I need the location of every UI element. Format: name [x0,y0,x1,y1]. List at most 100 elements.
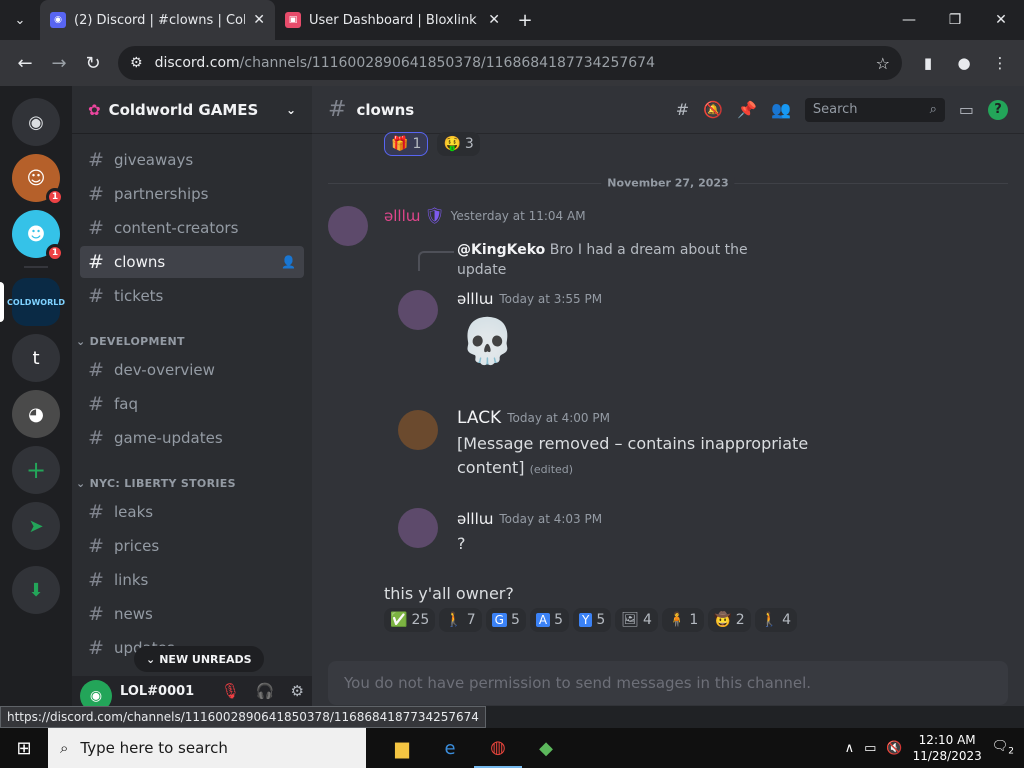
discord-home-icon[interactable]: ◉ [12,98,60,146]
forward-arrow-icon[interactable]: → [42,46,76,80]
author-name[interactable]: ǝlllɯ [457,510,493,528]
notification-bell-muted-icon[interactable]: 🔕 [703,100,723,119]
url-field[interactable]: ⚙ discord.com /channels/1116002890641850… [118,46,902,80]
network-icon[interactable]: ▭ [864,741,876,756]
channel-faq[interactable]: # faq [80,388,304,420]
reaction[interactable]: G5 [485,608,526,632]
reload-icon[interactable]: ↻ [76,46,110,80]
timestamp: Yesterday at 11:04 AM [450,208,586,223]
server-icon[interactable]: ◕ [12,390,60,438]
reaction[interactable]: 🖼 4 [615,608,658,632]
avatar[interactable] [398,410,438,450]
message-text: [Message removed – contains inappropriat… [457,434,809,477]
explore-compass-icon[interactable]: ➤ [12,502,60,550]
channel-tickets[interactable]: # tickets [80,280,304,312]
coldworld-server-icon[interactable]: COLDWORLD [7,278,65,326]
channel-game-updates[interactable]: # game-updates [80,422,304,454]
reaction[interactable]: A5 [529,608,569,632]
bookmark-star-icon[interactable]: ☆ [876,54,890,73]
invite-icon[interactable]: 👤 [281,255,296,269]
timestamp: Today at 3:55 PM [499,292,603,306]
site-settings-icon[interactable]: ⚙ [130,55,143,71]
new-tab-button[interactable]: + [510,10,540,31]
volume-muted-icon[interactable]: 🔇 [886,741,902,756]
server-icon[interactable]: ☻ 1 [12,210,64,262]
reaction[interactable]: 🤠 2 [708,608,751,632]
hash-icon: # [88,603,104,625]
author-name[interactable]: ǝlllɯ [384,207,420,225]
channel-leaks[interactable]: # leaks [80,496,304,528]
mute-mic-icon[interactable]: 🎙 [221,682,240,700]
reaction[interactable]: 🎁 1 [384,132,429,156]
app-cube-icon[interactable]: ◆ [522,728,570,768]
download-apps-icon[interactable]: ⬇ [12,566,60,614]
channel-content-creators[interactable]: # content-creators [80,212,304,244]
author-name[interactable]: LACK [457,408,501,428]
category-development[interactable]: ⌄ DEVELOPMENT [76,335,185,348]
tab-search-icon[interactable]: ⌄ [0,0,40,40]
author-name[interactable]: ǝlllɯ [457,290,493,308]
username: LOL#0001 [120,683,195,699]
browser-tab-bloxlink[interactable]: ▣ User Dashboard | Bloxlink ✕ [275,0,510,40]
close-tab-icon[interactable]: ✕ [488,12,500,28]
back-arrow-icon[interactable]: ← [8,46,42,80]
new-unreads-button[interactable]: ⌄ NEW UNREADS [134,646,264,672]
file-explorer-icon[interactable]: ▆ [378,728,426,768]
hash-icon: # [328,97,347,122]
system-tray: ∧ ▭ 🔇 12:10 AM 11/28/2023 🗨2 [845,732,1024,764]
reaction[interactable]: 🤑 3 [437,132,480,156]
channel-giveaways[interactable]: # giveaways [80,144,304,176]
notification-center-icon[interactable]: 🗨2 [992,739,1014,757]
minimize-icon[interactable]: — [886,0,932,40]
restore-icon[interactable]: ❐ [932,0,978,40]
channel-news[interactable]: # news [80,598,304,630]
add-server-icon[interactable]: + [12,446,60,494]
pin-icon[interactable]: 📌 [737,100,757,119]
menu-kebab-icon[interactable]: ⋮ [984,46,1016,80]
server-boost-icon: ✿ [88,100,101,119]
browser-tab-discord[interactable]: ◉ (2) Discord | #clowns | Coldworld ✕ [40,0,275,40]
message-text: ? [457,534,466,553]
reaction-row: 🎁 1 🤑 3 [384,132,484,156]
inbox-icon[interactable]: ▭ [959,100,974,119]
side-panel-icon[interactable]: ▮ [912,46,944,80]
close-window-icon[interactable]: ✕ [978,0,1024,40]
channel-dev-overview[interactable]: # dev-overview [80,354,304,386]
taskbar-search-input[interactable]: ⌕ Type here to search [48,728,366,768]
server-list: ◉ ☺ 1 ☻ 1 COLDWORLD t ◕ + ➤ ⬇ [0,86,72,706]
guild-header[interactable]: ✿ Coldworld GAMES ⌄ [72,86,312,134]
avatar[interactable] [328,206,368,246]
profile-icon[interactable]: ● [948,46,980,80]
chevron-up-icon[interactable]: ∧ [845,741,855,756]
reply-preview[interactable]: @KingKeko Bro I had a dream about the up… [457,240,777,280]
clock[interactable]: 12:10 AM 11/28/2023 [913,732,982,764]
windows-start-icon[interactable]: ⊞ [0,728,48,768]
category-nyc-liberty-stories[interactable]: ⌄ NYC: LIBERTY STORIES [76,477,236,490]
reaction[interactable]: 🧍 1 [661,608,705,632]
reaction[interactable]: Y5 [573,608,612,632]
channel-partnerships[interactable]: # partnerships [80,178,304,210]
threads-icon[interactable]: # [676,100,689,119]
server-icon[interactable]: ☺ 1 [12,154,64,206]
avatar[interactable] [398,290,438,330]
headphones-icon[interactable]: 🎧 [256,682,275,700]
search-input[interactable]: Search ⌕ [804,97,945,122]
hash-icon: # [88,285,104,307]
message-text: this y'all owner? [384,584,514,603]
channel-links[interactable]: # links [80,564,304,596]
channel-title: clowns [356,100,415,119]
channel-prices[interactable]: # prices [80,530,304,562]
help-icon[interactable]: ? [988,99,1008,120]
reaction[interactable]: ✅ 25 [384,608,436,632]
member-list-icon[interactable]: 👥 [771,100,791,119]
close-tab-icon[interactable]: ✕ [253,12,265,28]
avatar[interactable] [398,508,438,548]
settings-gear-icon[interactable]: ⚙ [291,682,304,700]
channel-clowns[interactable]: # clowns 👤 [80,246,304,278]
url-path: /channels/1116002890641850378/1168684187… [239,55,655,71]
reaction[interactable]: 🚶 4 [754,608,798,632]
server-t-icon[interactable]: t [12,334,60,382]
chrome-icon[interactable]: ◍ [474,728,522,768]
edge-icon[interactable]: e [426,728,474,768]
reaction[interactable]: 🚶 7 [439,608,482,632]
